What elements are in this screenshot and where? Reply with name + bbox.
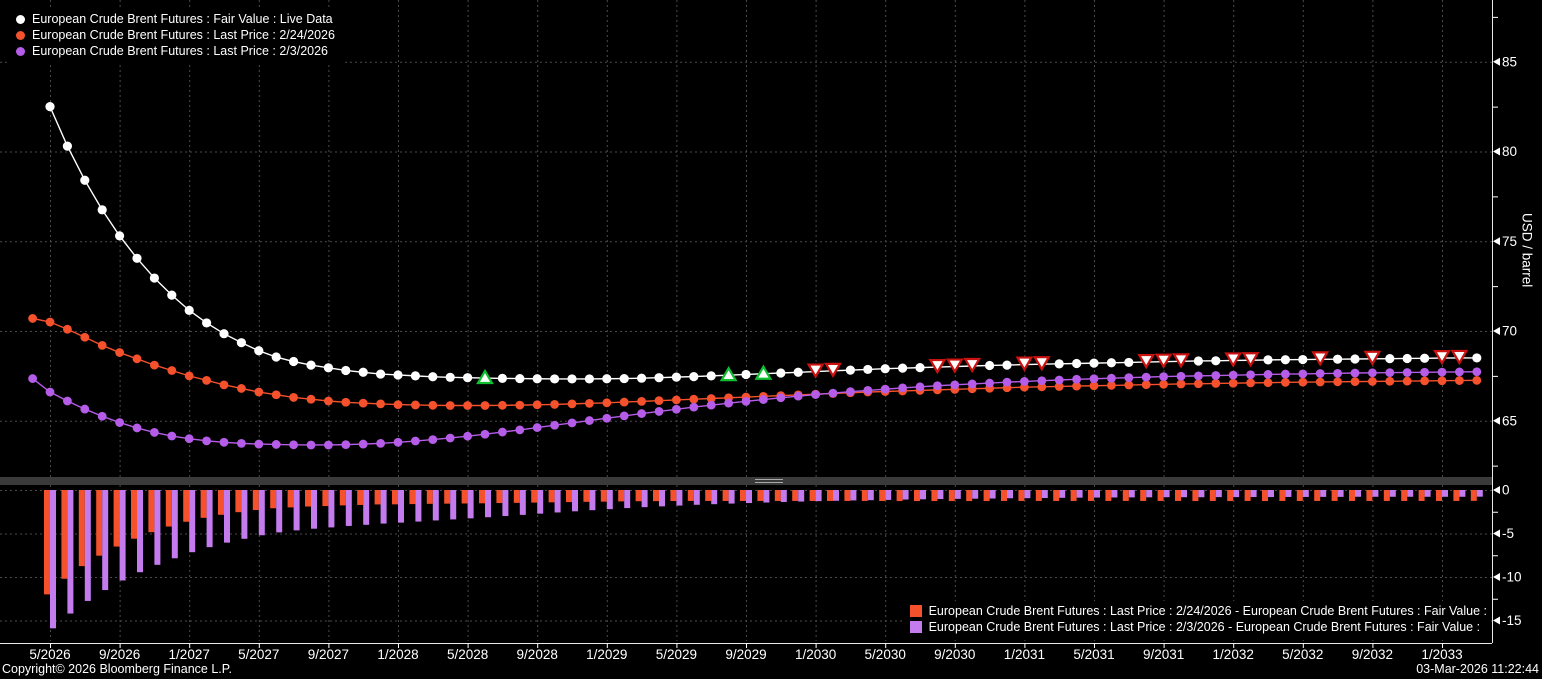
red-down-triangle-icon [963, 357, 982, 374]
svg-text:-15: -15 [1502, 613, 1522, 628]
red-down-triangle-icon [1154, 353, 1173, 369]
green-up-triangle-icon [754, 364, 773, 380]
svg-text:65: 65 [1502, 413, 1517, 428]
legend-bottom: European Crude Brent Futures : Last Pric… [901, 601, 1491, 638]
red-down-triangle-icon [1032, 356, 1051, 372]
svg-text:70: 70 [1502, 324, 1517, 339]
gridlines [0, 0, 1492, 641]
x-axis-label: 1/2032 [1213, 647, 1254, 662]
x-axis-label: 1/2030 [795, 647, 836, 662]
spread-2-3-square-swatch [909, 621, 922, 633]
x-axis-label: 9/2032 [1352, 647, 1393, 662]
x-axis-label: 1/2027 [169, 647, 210, 662]
x-axis-label: 5/2028 [447, 647, 488, 662]
green-up-triangle-icon [476, 368, 494, 385]
svg-text:80: 80 [1502, 144, 1517, 159]
red-down-triangle-icon [1172, 353, 1190, 369]
legend-label: European Crude Brent Futures : Fair Valu… [32, 12, 333, 26]
red-down-triangle-icon [806, 363, 825, 379]
y-axis-title: USD / barrel [1519, 212, 1535, 288]
x-axis-label: 9/2027 [308, 647, 349, 662]
futures-chart-canvas[interactable]: 85 80 75 70 65 0 -5 -10 -15 5/2026 9/2026 1/2027 5/2… [0, 0, 1542, 679]
x-axis-label: 9/2030 [934, 647, 975, 662]
last-price-2-24-dot-swatch [16, 30, 25, 40]
x-axis-label: 1/2029 [586, 647, 627, 662]
last-price-2-3-dot-swatch [16, 46, 25, 56]
legend-label: European Crude Brent Futures : Last Pric… [928, 620, 1481, 634]
x-axis-label: 9/2026 [99, 647, 140, 662]
red-down-triangle-icon [1363, 350, 1382, 367]
x-axis-label: 1/2033 [1421, 647, 1462, 662]
legend-label: European Crude Brent Futures : Last Pric… [32, 28, 335, 42]
last-price-2-24-series[interactable] [28, 314, 1482, 410]
legend-item-last-price-2-3[interactable]: European Crude Brent Futures : Last Pric… [16, 43, 335, 59]
red-down-triangle-icon [1241, 352, 1260, 368]
red-down-triangle-icon [945, 358, 964, 374]
x-axis-label: 5/2032 [1282, 647, 1323, 662]
fair-value-dot-swatch [16, 14, 25, 24]
svg-text:75: 75 [1502, 234, 1517, 249]
red-down-triangle-icon [1015, 356, 1034, 372]
panel-divider[interactable] [0, 477, 1492, 485]
x-axis-label: 5/2026 [29, 647, 70, 662]
green-up-triangle-icon [719, 365, 738, 382]
bloomberg-futures-chart-window: 85 80 75 70 65 0 -5 -10 -15 5/2026 9/2026 1/2027 5/2… [0, 0, 1542, 679]
svg-text:-5: -5 [1502, 526, 1514, 541]
legend-top: European Crude Brent Futures : Fair Valu… [8, 8, 345, 64]
red-down-triangle-icon [1137, 353, 1156, 370]
red-down-triangle-icon [1450, 349, 1469, 366]
clock-timestamp: 03-Mar-2026 11:22:44 [1416, 662, 1539, 676]
red-down-triangle-icon [1311, 351, 1330, 367]
legend-item-spread-2-24[interactable]: European Crude Brent Futures : Last Pric… [909, 603, 1487, 619]
legend-item-fair-value[interactable]: European Crude Brent Futures : Fair Valu… [16, 11, 335, 27]
spread-2-24-square-swatch [909, 605, 922, 617]
x-axis-label: 1/2031 [1004, 647, 1045, 662]
panel-divider-handle[interactable] [755, 478, 783, 484]
red-down-triangle-icon [1433, 350, 1451, 366]
x-axis-label: 9/2028 [517, 647, 558, 662]
red-down-triangle-icon [824, 362, 842, 379]
x-axis-label: 5/2031 [1073, 647, 1114, 662]
copyright-text: Copyright© 2026 Bloomberg Finance L.P. [2, 662, 232, 676]
svg-text:0: 0 [1502, 483, 1510, 498]
x-axis-label: 5/2029 [656, 647, 697, 662]
x-axis-label: 5/2030 [865, 647, 906, 662]
legend-label: European Crude Brent Futures : Last Pric… [32, 44, 329, 58]
legend-item-last-price-2-24[interactable]: European Crude Brent Futures : Last Pric… [16, 27, 335, 43]
red-down-triangle-icon [928, 358, 947, 375]
x-axis-label: 9/2029 [725, 647, 766, 662]
x-axis-label: 1/2028 [377, 647, 418, 662]
x-axis-label: 5/2027 [238, 647, 279, 662]
svg-text:-10: -10 [1502, 570, 1522, 585]
x-axis-label: 9/2031 [1143, 647, 1184, 662]
legend-item-spread-2-3[interactable]: European Crude Brent Futures : Last Pric… [909, 619, 1487, 635]
red-down-triangle-icon [1224, 352, 1243, 368]
fair-value-series[interactable] [45, 102, 1482, 384]
svg-text:85: 85 [1502, 54, 1517, 69]
legend-label: European Crude Brent Futures : Last Pric… [928, 604, 1487, 618]
